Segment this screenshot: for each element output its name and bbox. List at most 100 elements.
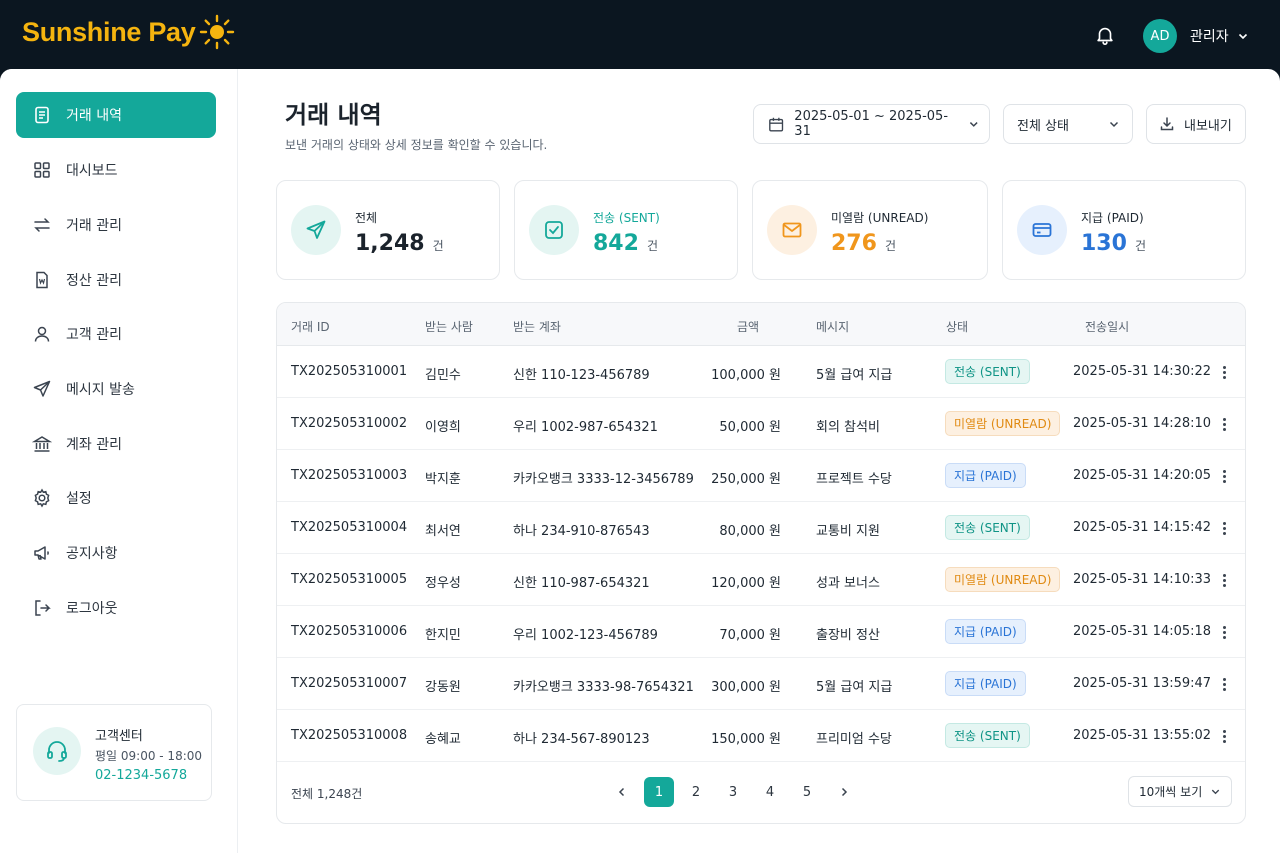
more-options-icon[interactable] <box>1217 726 1231 746</box>
table-row[interactable]: TX202505310001 김민수 신한 110-123-456789 100,00… <box>277 346 1245 398</box>
headset-icon <box>33 727 81 775</box>
sidebar-item-label: 설정 <box>66 491 92 507</box>
sidebar-item-settings[interactable]: 설정 <box>16 475 216 521</box>
date-range-picker[interactable]: 2025-05-01 ~ 2025-05-31 <box>753 104 990 144</box>
sidebar-item-label: 계좌 관리 <box>66 437 122 453</box>
column-header: 상태 <box>946 320 969 334</box>
more-options-icon[interactable] <box>1217 570 1231 590</box>
sidebar-item-settlement[interactable]: 정산 관리 <box>16 257 216 303</box>
sidebar-item-label: 공지사항 <box>66 546 118 562</box>
recipient-account: 신한 110-123-456789 <box>513 368 650 383</box>
sidebar-item-label: 메시지 발송 <box>66 382 135 398</box>
sidebar-item-label: 거래 내역 <box>66 108 122 124</box>
recipient-name: 김민수 <box>425 368 461 383</box>
sidebar-item-logout[interactable]: 로그아웃 <box>16 585 216 631</box>
transaction-id: TX202505310008 <box>291 728 408 743</box>
sidebar-item-notices[interactable]: 공지사항 <box>16 530 216 576</box>
sidebar-item-label: 로그아웃 <box>66 601 118 617</box>
sidebar: 거래 내역 대시보드 거래 관리 정산 관리 고객 관리 메시지 발송 계좌 관… <box>0 69 238 853</box>
summary-card-unread: 미열람 (UNREAD) 276 건 <box>752 180 988 280</box>
more-options-icon[interactable] <box>1217 518 1231 538</box>
support-phone[interactable]: 02-1234-5678 <box>95 768 187 783</box>
status-badge: 지급 (PAID) <box>945 671 1026 696</box>
more-options-icon[interactable] <box>1217 622 1231 642</box>
transaction-id: TX202505310004 <box>291 520 408 535</box>
recipient-name: 박지훈 <box>425 472 461 487</box>
more-options-icon[interactable] <box>1217 466 1231 486</box>
page-button[interactable]: 5 <box>792 777 822 807</box>
card-unit: 건 <box>646 239 658 253</box>
export-button[interactable]: 내보내기 <box>1146 104 1246 144</box>
page-button[interactable]: 4 <box>755 777 785 807</box>
amount: 300,000 원 <box>711 680 781 695</box>
sidebar-item-accounts[interactable]: 계좌 관리 <box>16 421 216 467</box>
check-square-icon <box>529 205 579 255</box>
export-label: 내보내기 <box>1184 118 1232 134</box>
table-row[interactable]: TX202505310002 이영희 우리 1002-987-654321 50,00… <box>277 398 1245 450</box>
table-row[interactable]: TX202505310004 최서연 하나 234-910-876543 80,000… <box>277 502 1245 554</box>
more-options-icon[interactable] <box>1217 414 1231 434</box>
table-row[interactable]: TX202505310007 강동원 카카오뱅크 3333-98-7654321 30… <box>277 658 1245 710</box>
card-label: 미열람 (UNREAD) <box>831 211 929 225</box>
message: 교통비 지원 <box>816 524 880 539</box>
recipient-account: 하나 234-567-890123 <box>513 732 650 747</box>
more-options-icon[interactable] <box>1217 362 1231 382</box>
brand-name: Sunshine Pay <box>22 16 196 47</box>
sidebar-item-transactions[interactable]: 거래 내역 <box>16 92 216 138</box>
chevron-down-icon <box>1211 789 1220 795</box>
message: 성과 보너스 <box>816 576 880 591</box>
recipient-name: 송혜교 <box>425 732 461 747</box>
chevron-right-icon <box>841 787 848 797</box>
summary-card-total: 전체 1,248 건 <box>276 180 500 280</box>
status-filter-select[interactable]: 전체 상태 <box>1003 104 1133 144</box>
chevron-down-icon <box>1109 121 1119 128</box>
table-row[interactable]: TX202505310008 송혜교 하나 234-567-890123 150,00… <box>277 710 1245 762</box>
amount: 70,000 원 <box>719 628 781 643</box>
prev-page-button[interactable] <box>607 777 637 807</box>
sent-at: 2025-05-31 14:20:05 <box>1073 468 1212 483</box>
chevron-down-icon <box>969 122 978 127</box>
card-label: 지급 (PAID) <box>1081 211 1144 225</box>
brand-logo[interactable]: Sunshine Pay <box>22 14 235 50</box>
page-button[interactable]: 3 <box>718 777 748 807</box>
recipient-account: 카카오뱅크 3333-12-3456789 <box>513 472 694 487</box>
card-unit: 건 <box>884 239 896 253</box>
sidebar-item-label: 고객 관리 <box>66 327 122 343</box>
sidebar-item-send-message[interactable]: 메시지 발송 <box>16 366 216 412</box>
bell-icon[interactable] <box>1094 24 1116 46</box>
table-row[interactable]: TX202505310006 한지민 우리 1002-123-456789 70,00… <box>277 606 1245 658</box>
status-badge: 전송 (SENT) <box>945 359 1030 384</box>
column-header: 금액 <box>737 320 760 334</box>
card-label: 전송 (SENT) <box>593 211 660 225</box>
transfer-arrows-icon <box>34 218 50 232</box>
sent-at: 2025-05-31 13:55:02 <box>1073 728 1212 743</box>
user-icon <box>34 326 50 342</box>
table-row[interactable]: TX202505310003 박지훈 카카오뱅크 3333-12-3456789 25… <box>277 450 1245 502</box>
table-row[interactable]: TX202505310005 정우성 신한 110-987-654321 120,00… <box>277 554 1245 606</box>
sidebar-item-dashboard[interactable]: 대시보드 <box>16 147 216 193</box>
support-title: 고객센터 <box>95 729 143 744</box>
support-hours: 평일 09:00 - 18:00 <box>95 749 203 763</box>
per-page-value: 10개씩 보기 <box>1139 785 1203 799</box>
card-label: 전체 <box>355 211 378 225</box>
support-card: 고객센터 평일 09:00 - 18:00 02-1234-5678 <box>16 704 212 801</box>
gear-icon <box>34 488 50 508</box>
page-button[interactable]: 1 <box>644 777 674 807</box>
summary-card-paid: 지급 (PAID) 130 건 <box>1002 180 1246 280</box>
recipient-account: 우리 1002-987-654321 <box>513 420 658 435</box>
column-header: 거래 ID <box>291 320 330 334</box>
per-page-select[interactable]: 10개씩 보기 <box>1128 776 1232 807</box>
card-number: 130 <box>1081 231 1127 256</box>
mail-icon <box>767 205 817 255</box>
user-menu[interactable]: 관리자 <box>1190 26 1249 46</box>
amount: 120,000 원 <box>711 576 781 591</box>
summary-card-sent: 전송 (SENT) 842 건 <box>514 180 738 280</box>
sidebar-item-transaction-management[interactable]: 거래 관리 <box>16 202 216 248</box>
avatar[interactable]: AD <box>1143 19 1177 53</box>
sidebar-item-customers[interactable]: 고객 관리 <box>16 311 216 357</box>
next-page-button[interactable] <box>829 777 859 807</box>
more-options-icon[interactable] <box>1217 674 1231 694</box>
send-icon <box>291 205 341 255</box>
transaction-id: TX202505310003 <box>291 468 408 483</box>
page-button[interactable]: 2 <box>681 777 711 807</box>
